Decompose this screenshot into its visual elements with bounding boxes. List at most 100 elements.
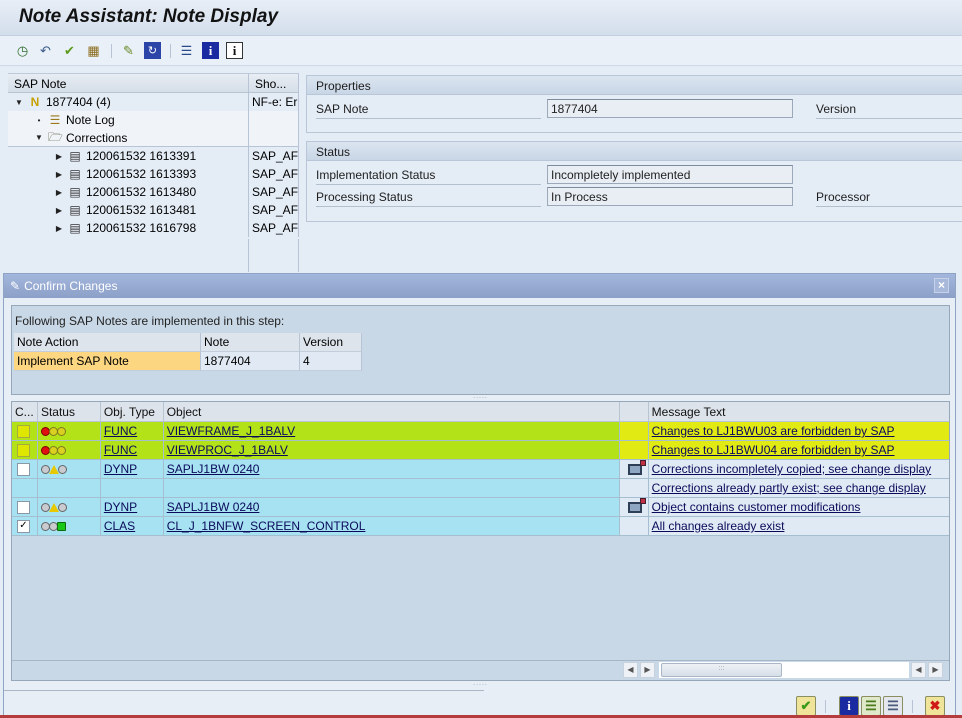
clock-check-icon[interactable]: ◷: [14, 42, 31, 59]
tree-root-short: NF-e: Er: [249, 93, 299, 111]
row-checkbox[interactable]: [17, 443, 30, 457]
grid-row[interactable]: Corrections already partly exist; see ch…: [12, 479, 949, 498]
notes-table-row[interactable]: Implement SAP Note 1877404 4: [14, 352, 362, 371]
tree-item-correction[interactable]: ▶ ▤ 120061532 1613480 SAP_AF: [8, 183, 299, 201]
dialog-close-button[interactable]: ×: [934, 278, 949, 293]
tree-header-sap-note[interactable]: SAP Note: [8, 74, 249, 92]
check-pencil-icon[interactable]: ✔: [61, 42, 78, 59]
tree-item-correction[interactable]: ▶ ▤ 120061532 1613391 SAP_AF: [8, 147, 299, 165]
header-message-text[interactable]: Message Text: [649, 402, 949, 421]
obj-type-link[interactable]: DYNP: [104, 500, 137, 514]
message-link[interactable]: All changes already exist: [652, 519, 785, 533]
info-button[interactable]: i: [839, 696, 859, 716]
object-link[interactable]: SAPLJ1BW 0240: [167, 462, 260, 476]
off-light-icon: [57, 464, 67, 474]
obj-type-link[interactable]: DYNP: [104, 462, 137, 476]
row-checkbox[interactable]: ✓: [17, 519, 30, 533]
expand-right-icon[interactable]: ▶: [54, 188, 64, 197]
scroll-left-button[interactable]: ◀: [623, 662, 638, 678]
object-link[interactable]: SAPLJ1BW 0240: [167, 500, 260, 514]
grid-row[interactable]: ✓ CLAS CL_J_1BNFW_SCREEN_CONTROL All cha…: [12, 517, 949, 536]
header-note[interactable]: Note: [201, 333, 300, 352]
expand-right-icon[interactable]: ▶: [54, 152, 64, 161]
note-tree: SAP Note Sho... ▼ N 1877404 (4) NF-e: Er •…: [8, 73, 299, 272]
row-checkbox[interactable]: [17, 500, 30, 514]
processing-status-field[interactable]: In Process: [547, 187, 793, 206]
cancel-button[interactable]: ✖: [925, 696, 945, 716]
obj-type-link[interactable]: FUNC: [104, 424, 137, 438]
header-obj-type[interactable]: Obj. Type: [101, 402, 164, 421]
scroll-left-button-2[interactable]: ◀: [911, 662, 926, 678]
yellow-warning-icon: [48, 502, 59, 512]
list-icon[interactable]: ☰: [178, 42, 195, 59]
refresh-icon[interactable]: ↻: [144, 42, 161, 59]
expand-right-icon[interactable]: ▶: [54, 224, 64, 233]
header-object[interactable]: Object: [164, 402, 620, 421]
tree-item-correction[interactable]: ▶ ▤ 120061532 1613393 SAP_AF: [8, 165, 299, 183]
message-link[interactable]: Changes to LJ1BWU04 are forbidden by SAP: [652, 443, 895, 457]
object-link[interactable]: VIEWFRAME_J_1BALV: [167, 424, 295, 438]
message-link[interactable]: Object contains customer modifications: [652, 500, 861, 514]
message-link[interactable]: Changes to LJ1BWU03 are forbidden by SAP: [652, 424, 895, 438]
obj-type-link[interactable]: CLAS: [104, 519, 135, 533]
scroll-right-button-2[interactable]: ▶: [928, 662, 943, 678]
tree-item-short: SAP_AF: [249, 147, 299, 165]
window-title: Note Assistant: Note Display: [19, 6, 279, 27]
confirm-button[interactable]: ✔: [796, 696, 816, 716]
edit-icon[interactable]: ✎: [120, 42, 137, 59]
tree-root-label: 1877404 (4): [46, 95, 111, 109]
header-note-action[interactable]: Note Action: [14, 333, 201, 352]
expand-down-icon[interactable]: ▼: [14, 98, 24, 107]
sap-note-field[interactable]: 1877404: [547, 99, 793, 118]
select-all-button[interactable]: ☰: [861, 696, 881, 716]
scrollbar-thumb[interactable]: :::: [661, 663, 782, 677]
notes-table: Note Action Note Version Implement SAP N…: [14, 333, 362, 371]
object-link[interactable]: VIEWPROC_J_1BALV: [167, 443, 288, 457]
message-link[interactable]: Corrections already partly exist; see ch…: [652, 481, 926, 495]
application-toolbar: ◷ ↶ ✔ ▦ ✎ ↻ ☰ i i: [0, 36, 962, 66]
implementation-status-field[interactable]: Incompletely implemented: [547, 165, 793, 184]
change-display-icon[interactable]: [627, 460, 646, 475]
expand-right-icon[interactable]: ▶: [54, 170, 64, 179]
tree-item-note-log[interactable]: • ☰ Note Log: [8, 111, 299, 129]
info-icon[interactable]: i: [202, 42, 219, 59]
grid-row[interactable]: FUNC VIEWFRAME_J_1BALV Changes to LJ1BWU…: [12, 422, 949, 441]
obj-type-link[interactable]: FUNC: [104, 443, 137, 457]
dialog-window-icon: ✎: [10, 279, 21, 293]
object-link[interactable]: CL_J_1BNFW_SCREEN_CONTROL: [167, 519, 366, 533]
tree-item-correction[interactable]: ▶ ▤ 120061532 1616798 SAP_AF: [8, 219, 299, 237]
deselect-all-button[interactable]: ☰: [883, 696, 903, 716]
footer-separator: [825, 700, 826, 713]
tree-root[interactable]: ▼ N 1877404 (4) NF-e: Er: [8, 93, 299, 111]
grid-row[interactable]: DYNP SAPLJ1BW 0240 Corrections incomplet…: [12, 460, 949, 479]
properties-group: Properties SAP Note 1877404 Version: [306, 75, 962, 133]
implementation-status-label: Implementation Status: [316, 168, 541, 185]
row-checkbox[interactable]: [17, 462, 30, 476]
header-version[interactable]: Version: [300, 333, 362, 352]
tree-item-label: 120061532 1613480: [86, 185, 197, 199]
info-outline-icon[interactable]: i: [226, 42, 243, 59]
splitter-handle-bottom[interactable]: .....: [4, 680, 957, 688]
header-status[interactable]: Status: [38, 402, 101, 421]
tree-header-short[interactable]: Sho...: [249, 74, 299, 92]
status-lights: [40, 464, 67, 474]
tree-item-correction[interactable]: ▶ ▤ 120061532 1613481 SAP_AF: [8, 201, 299, 219]
hierarchy-icon[interactable]: ▦: [85, 42, 102, 59]
note-icon: N: [30, 94, 40, 109]
grid-row[interactable]: FUNC VIEWPROC_J_1BALV Changes to LJ1BWU0…: [12, 441, 949, 460]
row-checkbox[interactable]: [17, 424, 30, 438]
undo-icon[interactable]: ↶: [37, 42, 54, 59]
note-version-cell: 4: [300, 352, 362, 371]
tree-corrections-label: Corrections: [66, 130, 128, 145]
tree-item-corrections[interactable]: ▼ 🗁 Corrections: [8, 129, 299, 147]
change-display-icon[interactable]: [627, 498, 646, 513]
header-checkbox[interactable]: C...: [12, 402, 38, 421]
document-icon: ▤: [69, 148, 81, 163]
properties-title: Properties: [307, 76, 962, 95]
expand-right-icon[interactable]: ▶: [54, 206, 64, 215]
expand-down-icon[interactable]: ▼: [34, 133, 44, 142]
grid-row[interactable]: DYNP SAPLJ1BW 0240 Object contains custo…: [12, 498, 949, 517]
message-link[interactable]: Corrections incompletely copied; see cha…: [652, 462, 932, 476]
header-icon[interactable]: [620, 402, 649, 421]
scroll-right-button[interactable]: ▶: [640, 662, 655, 678]
